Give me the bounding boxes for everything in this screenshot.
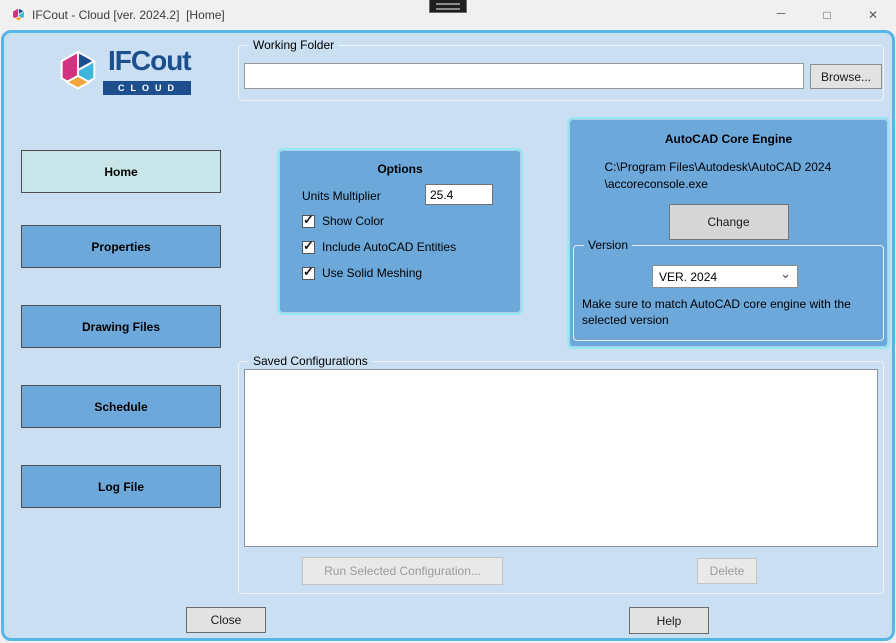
checkbox-use-solid-meshing[interactable]: ✓ Use Solid Meshing [302,264,422,280]
version-dropdown[interactable]: VER. 2024 ⌄ [652,265,798,288]
screen-notch [429,0,467,13]
notch-line [436,3,460,5]
checkbox-icon[interactable]: ✓ [302,238,315,254]
version-selected-value: VER. 2024 [659,269,718,284]
working-folder-label: Working Folder [249,38,339,53]
browse-button[interactable]: Browse... [810,64,882,89]
minimize-icon: ─ [776,6,786,20]
checkbox-include-autocad-entities[interactable]: ✓ Include AutoCAD Entities [302,238,456,254]
change-engine-button[interactable]: Change [668,204,789,240]
ifcout-cube-icon [60,50,96,90]
run-selected-configuration-button[interactable]: Run Selected Configuration... [302,557,503,585]
ifcout-logo: IFCout CLOUD [53,45,238,109]
autocad-core-engine-panel: AutoCAD Core Engine C:\Program Files\Aut… [567,117,890,349]
working-folder-input[interactable] [244,63,804,89]
units-multiplier-input[interactable] [425,184,493,205]
main-window: IFCout CLOUD Working Folder Browse... Ho… [1,30,895,641]
sidebar-item-drawing-files[interactable]: Drawing Files [21,305,221,348]
sidebar-item-properties[interactable]: Properties [21,225,221,268]
options-title: Options [377,162,423,176]
delete-configuration-button[interactable]: Delete [697,558,757,584]
close-window-button[interactable]: ✕ [850,0,896,30]
help-button[interactable]: Help [629,607,709,634]
maximize-icon: □ [823,8,831,22]
sidebar-item-home[interactable]: Home [21,150,221,193]
version-note: Make sure to match AutoCAD core engine w… [582,297,851,327]
saved-configurations-list[interactable] [244,369,878,547]
version-label: Version [584,238,633,253]
saved-configurations-group: Saved Configurations Run Selected Config… [238,354,884,594]
close-button[interactable]: Close [186,607,266,633]
saved-configurations-label: Saved Configurations [249,354,372,369]
logo-wordmark: IFCout [108,45,192,76]
minimize-button[interactable]: ─ [758,0,804,30]
checkbox-icon[interactable]: ✓ [302,212,315,228]
options-panel: Options Units Multiplier ✓ Show Color ✓ … [277,148,523,315]
sidebar-item-log-file[interactable]: Log File [21,465,221,508]
chevron-down-icon: ⌄ [780,265,791,281]
checkbox-icon[interactable]: ✓ [302,264,315,280]
units-multiplier-label: Units Multiplier [302,189,381,203]
maximize-button[interactable]: □ [804,0,850,30]
autocad-panel-title: AutoCAD Core Engine [664,132,793,146]
working-folder-group: Working Folder Browse... [238,38,884,101]
app-icon [12,7,25,22]
checkbox-show-color[interactable]: ✓ Show Color [302,212,384,228]
sidebar-item-schedule[interactable]: Schedule [21,385,221,428]
window-title: IFCout - Cloud [ver. 2024.2] [Home] [32,8,225,22]
logo-cloud-badge: CLOUD [103,81,191,95]
window-controls: ─ □ ✕ [758,0,896,30]
autocad-engine-path: C:\Program Files\Autodesk\AutoCAD 2024 \… [604,160,832,191]
version-group: Version VER. 2024 ⌄ Make sure to match A… [573,238,884,341]
close-icon: ✕ [867,8,879,22]
notch-line [436,8,460,10]
